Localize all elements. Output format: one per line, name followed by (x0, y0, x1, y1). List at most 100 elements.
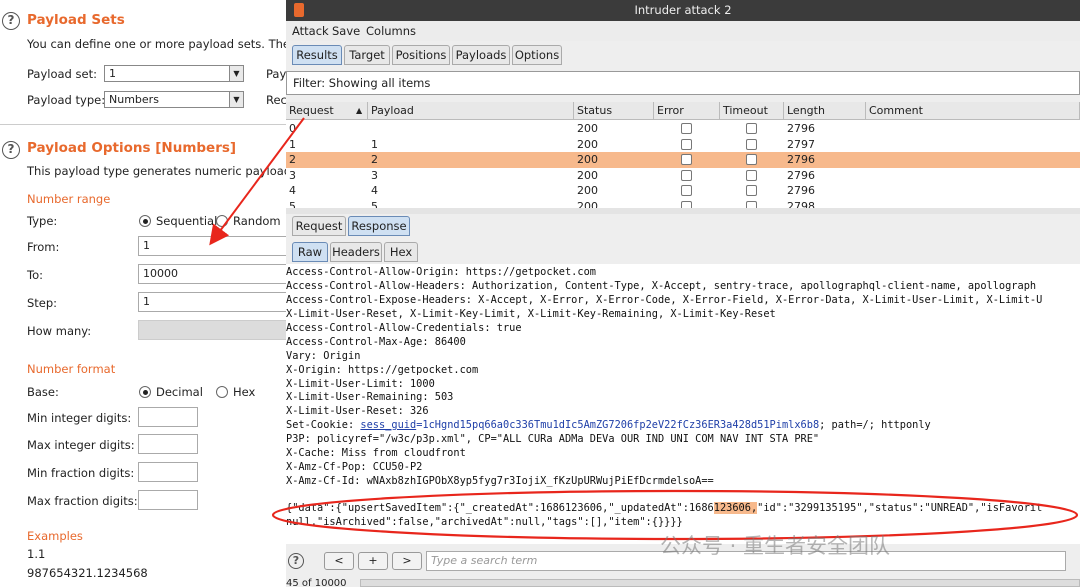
payload-count-label: Pay (266, 67, 287, 81)
payload-options-description: This payload type generates numeric payl… (27, 164, 290, 178)
response-line: X-Amz-Cf-Pop: CCU50-P2 (286, 461, 423, 473)
table-row[interactable]: 5 5 200 2798 (286, 199, 1080, 209)
example-1: 1.1 (27, 547, 46, 561)
pane-splitter[interactable] (286, 208, 1080, 214)
table-row[interactable]: 1 1 200 2797 (286, 137, 1080, 153)
table-header: Request ▲ Payload Status Error Timeout Le… (286, 102, 1080, 120)
col-length[interactable]: Length (784, 102, 866, 120)
cell-request: 1 (289, 137, 296, 151)
cell-payload: 2 (371, 153, 378, 166)
error-checkbox (681, 169, 692, 181)
random-radio[interactable] (216, 215, 228, 227)
tab-response[interactable]: Response (348, 216, 410, 236)
window-title: Intruder attack 2 (634, 3, 732, 17)
decimal-label: Decimal (156, 385, 203, 399)
response-body[interactable]: Access-Control-Allow-Origin: https://get… (286, 264, 1080, 544)
payload-type-value: Numbers (109, 93, 159, 106)
payload-type-select[interactable]: Numbers ▼ (104, 91, 244, 108)
tab-target[interactable]: Target (344, 45, 390, 65)
help-icon[interactable]: ? (2, 141, 20, 159)
col-timeout[interactable]: Timeout (720, 102, 784, 120)
response-line: X-Limit-User-Reset, X-Limit-Key-Limit, X… (286, 308, 776, 320)
error-checkbox (681, 154, 692, 165)
response-line: Access-Control-Max-Age: 86400 (286, 336, 466, 348)
cell-request: 2 (289, 153, 296, 166)
menu-bar: Attack Save Columns (286, 21, 1080, 41)
example-2: 987654321.1234568 (27, 566, 148, 580)
tab-results[interactable]: Results (292, 45, 342, 65)
cell-request: 3 (289, 168, 296, 182)
menu-columns[interactable]: Columns (366, 24, 416, 38)
payload-config-panel: ? Payload Sets You can define one or mor… (0, 0, 290, 587)
min-fraction-digits-input[interactable] (138, 462, 198, 482)
cookie-value: =1cHgnd15pq66a0c336Tmu1dIc5AmZG7206fp2eV… (416, 419, 820, 431)
col-request[interactable]: Request ▲ (286, 102, 368, 120)
cell-length: 2796 (787, 122, 815, 135)
col-error[interactable]: Error (654, 102, 720, 120)
to-input[interactable]: 10000 (138, 264, 290, 284)
min-integer-digits-input[interactable] (138, 407, 198, 427)
to-label: To: (27, 268, 43, 282)
hex-radio[interactable] (216, 386, 228, 398)
tab-options[interactable]: Options (512, 45, 562, 65)
menu-attack[interactable]: Attack (292, 24, 329, 38)
results-table: Request ▲ Payload Status Error Timeout Le… (286, 102, 1080, 208)
cell-length: 2796 (787, 184, 815, 197)
step-input[interactable]: 1 (138, 292, 290, 312)
base-label: Base: (27, 385, 59, 399)
tab-request[interactable]: Request (292, 216, 346, 236)
cell-payload: 5 (371, 199, 378, 209)
cell-length: 2798 (787, 199, 815, 209)
divider (0, 124, 290, 125)
help-icon[interactable]: ? (288, 553, 304, 569)
table-row[interactable]: 2 2 200 2796 (286, 152, 1080, 168)
tab-hex[interactable]: Hex (384, 242, 418, 262)
cell-length: 2796 (787, 153, 815, 166)
col-payload[interactable]: Payload (368, 102, 574, 120)
highlighted-timestamp: 123606, (713, 502, 758, 514)
cell-payload: 3 (371, 168, 378, 182)
from-input[interactable]: 1 (138, 236, 290, 256)
filter-bar[interactable]: Filter: Showing all items (286, 71, 1080, 95)
table-row[interactable]: 3 3 200 2796 (286, 168, 1080, 184)
json-line: {"data":{"upsertSavedItem":{"_createdAt"… (286, 502, 1043, 514)
response-line: X-Cache: Miss from cloudfront (286, 447, 466, 459)
tab-headers[interactable]: Headers (330, 242, 382, 262)
help-icon[interactable]: ? (2, 12, 20, 30)
col-status[interactable]: Status (574, 102, 654, 120)
response-line: X-Limit-User-Reset: 326 (286, 405, 429, 417)
payload-set-select[interactable]: 1 ▼ (104, 65, 244, 82)
decimal-radio[interactable] (139, 386, 151, 398)
max-integer-digits-input[interactable] (138, 434, 198, 454)
window-titlebar: Intruder attack 2 (286, 0, 1080, 21)
number-format-title: Number format (27, 362, 116, 376)
previous-button[interactable]: < (324, 552, 354, 570)
cell-length: 2797 (787, 137, 815, 151)
tab-payloads[interactable]: Payloads (452, 45, 510, 65)
error-checkbox (681, 138, 692, 150)
cell-status: 200 (577, 153, 598, 166)
sequential-radio[interactable] (139, 215, 151, 227)
response-line: X-Limit-User-Limit: 1000 (286, 378, 435, 390)
tab-positions[interactable]: Positions (392, 45, 450, 65)
table-row[interactable]: 4 4 200 2796 (286, 183, 1080, 199)
sequential-label: Sequential (156, 214, 218, 228)
table-row[interactable]: 0 200 2796 (286, 121, 1080, 137)
step-label: Step: (27, 296, 58, 310)
cell-request: 5 (289, 199, 296, 209)
random-label: Random (233, 214, 281, 228)
chevron-down-icon: ▼ (229, 66, 243, 81)
cell-request: 4 (289, 184, 296, 197)
payload-sets-title: Payload Sets (27, 12, 125, 28)
next-button[interactable]: > (392, 552, 422, 570)
max-fraction-digits-input[interactable] (138, 490, 198, 510)
max-integer-digits-label: Max integer digits: (27, 438, 135, 452)
tab-raw[interactable]: Raw (292, 242, 328, 262)
add-button[interactable]: + (358, 552, 388, 570)
menu-save[interactable]: Save (332, 24, 360, 38)
col-comment[interactable]: Comment (866, 102, 1080, 120)
how-many-input (138, 320, 290, 340)
cell-payload: 1 (371, 137, 378, 151)
cell-request: 0 (289, 122, 296, 135)
watermark: 公众号 · 重生者安全团队 (660, 534, 891, 558)
